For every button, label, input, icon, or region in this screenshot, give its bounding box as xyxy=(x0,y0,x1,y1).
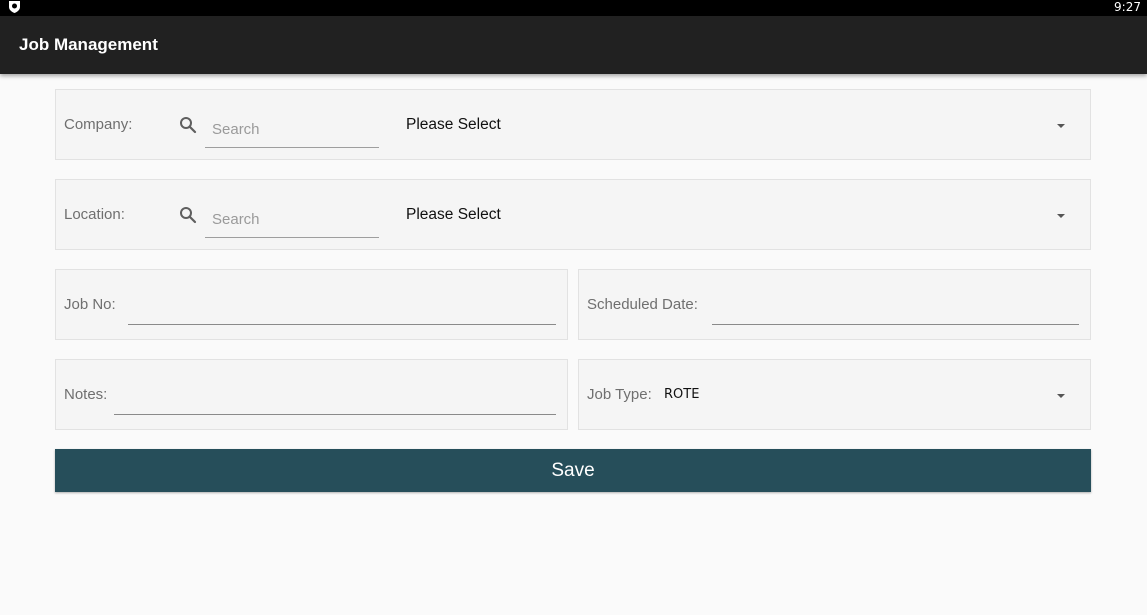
job-no-underline xyxy=(128,324,556,325)
job-no-input[interactable] xyxy=(128,292,556,322)
company-label: Company: xyxy=(64,116,133,133)
job-type-card: Job Type: ROTE xyxy=(578,359,1091,430)
job-no-label: Job No: xyxy=(64,296,116,313)
notes-card: Notes: xyxy=(55,359,568,430)
scheduled-date-underline xyxy=(712,324,1079,325)
app-title: Job Management xyxy=(19,35,158,54)
scheduled-date-label: Scheduled Date: xyxy=(587,296,698,313)
job-type-dropdown-arrow-icon[interactable] xyxy=(1057,394,1065,398)
location-search-input[interactable] xyxy=(205,202,379,238)
notes-input[interactable] xyxy=(114,382,556,412)
scheduled-date-input[interactable] xyxy=(712,292,1079,322)
job-type-label: Job Type: xyxy=(587,386,652,403)
job-no-card: Job No: xyxy=(55,269,568,340)
notes-label: Notes: xyxy=(64,386,108,403)
company-card: Company: Please Select xyxy=(55,89,1091,160)
status-time: 9:27 xyxy=(1114,0,1141,14)
location-card: Location: Please Select xyxy=(55,179,1091,250)
job-type-select-value[interactable]: ROTE xyxy=(664,360,699,429)
search-icon[interactable] xyxy=(179,116,197,134)
location-dropdown-arrow-icon[interactable] xyxy=(1057,214,1065,218)
location-label: Location: xyxy=(64,206,125,223)
status-bar: 9:27 xyxy=(0,0,1147,16)
save-button[interactable]: Save xyxy=(55,449,1091,492)
shield-icon xyxy=(9,1,20,13)
location-select-value[interactable]: Please Select xyxy=(406,180,501,249)
company-select-value[interactable]: Please Select xyxy=(406,90,501,159)
scheduled-date-card: Scheduled Date: xyxy=(578,269,1091,340)
notes-underline xyxy=(114,414,556,415)
company-dropdown-arrow-icon[interactable] xyxy=(1057,124,1065,128)
search-icon[interactable] xyxy=(179,206,197,224)
company-search-input[interactable] xyxy=(205,112,379,148)
app-bar: Job Management xyxy=(0,16,1147,74)
